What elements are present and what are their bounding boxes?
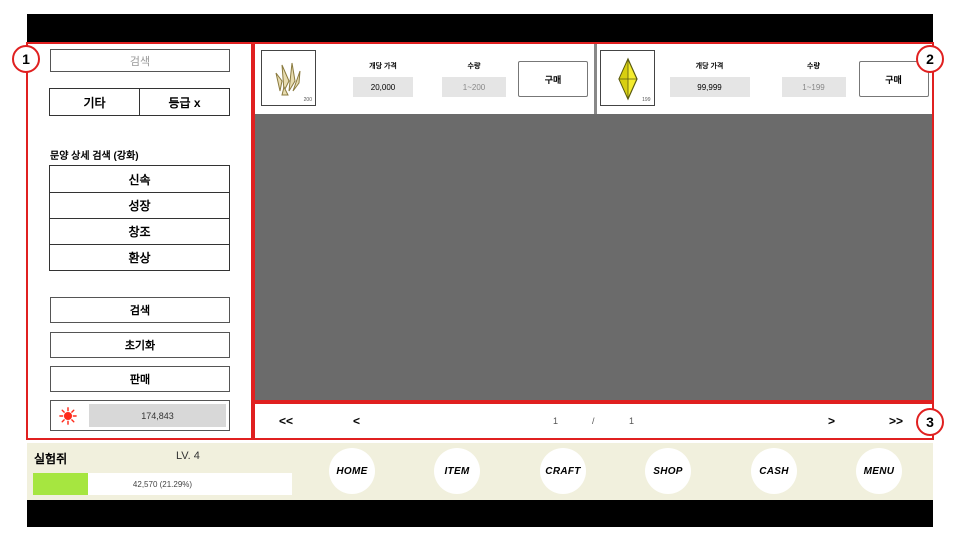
player-hud: 실험쥐 LV. 4 42,570 (21.29%) HOME ITEM CRAF… [27,443,933,500]
listing-card: 199 개당 가격 99,999 수량 1~199 구매 [593,44,933,114]
exp-text: 42,570 (21.29%) [132,479,193,489]
sidebar-panel: 검색 기타 등급 x 문양 상세 검색 (강화) 신속 성장 창조 환상 검색 … [26,42,253,440]
character-level: LV. 4 [176,450,200,462]
enhance-option-creation[interactable]: 창조 [50,218,229,244]
character-name: 실험쥐 [34,452,68,466]
exp-bar: 42,570 (21.29%) [33,473,292,495]
listing-row: 200 개당 가격 20,000 수량 1~200 구매 199 개당 가격 9… [255,44,932,114]
enhance-option-list: 신속 성장 창조 환상 [49,165,230,271]
annotation-marker-1: 1 [12,45,40,73]
filter-grade-button[interactable]: 등급 x [139,89,229,115]
annotation-marker-3: 3 [916,408,944,436]
pagination-bar: << < 1 / 1 > >> [253,402,934,440]
nav-craft-button[interactable]: CRAFT [540,448,586,494]
last-page-button[interactable]: >> [889,414,903,428]
quantity-label: 수량 [807,63,820,70]
currency-value: 174,843 [89,404,226,427]
filter-row: 기타 등급 x [49,88,230,116]
prev-page-button[interactable]: < [353,414,360,428]
price-label: 개당 가격 [695,63,724,70]
search-input[interactable]: 검색 [50,49,230,72]
sell-button[interactable]: 판매 [50,366,230,392]
filter-etc-button[interactable]: 기타 [50,89,139,115]
enhance-option-growth[interactable]: 성장 [50,192,229,218]
item-count: 199 [642,97,651,103]
enhance-option-fantasy[interactable]: 환상 [50,244,229,270]
nav-cash-button[interactable]: CASH [751,448,797,494]
item-thumbnail[interactable]: 200 [261,50,316,106]
nav-item-button[interactable]: ITEM [434,448,480,494]
listing-card: 200 개당 가격 20,000 수량 1~200 구매 [255,44,594,114]
sun-icon [59,407,77,425]
enhance-option-swift[interactable]: 신속 [50,166,229,192]
reset-button[interactable]: 초기화 [50,332,230,358]
currency-display: 174,843 [50,400,230,431]
first-page-button[interactable]: << [279,414,293,428]
buy-button[interactable]: 구매 [518,61,588,97]
search-button[interactable]: 검색 [50,297,230,323]
annotation-marker-2: 2 [916,45,944,73]
total-pages: 1 [629,416,635,426]
nav-home-button[interactable]: HOME [329,448,375,494]
listing-panel: 200 개당 가격 20,000 수량 1~200 구매 199 개당 가격 9… [253,42,934,402]
item-thumbnail[interactable]: 199 [599,50,655,106]
bottom-letterbox [27,500,933,527]
nav-shop-button[interactable]: SHOP [645,448,691,494]
price-value: 99,999 [669,77,750,97]
section-title: 문양 상세 검색 (강화) [50,151,139,162]
page-separator: / [592,416,595,426]
top-letterbox [27,14,933,42]
current-page: 1 [553,416,559,426]
quantity-label: 수량 [467,63,481,70]
quantity-input[interactable]: 1~199 [781,77,846,97]
nav-menu-button[interactable]: MENU [856,448,902,494]
next-page-button[interactable]: > [828,414,835,428]
price-label: 개당 가격 [369,63,397,70]
price-value: 20,000 [353,77,413,97]
item-count: 200 [303,97,312,103]
quantity-input[interactable]: 1~200 [442,77,506,97]
